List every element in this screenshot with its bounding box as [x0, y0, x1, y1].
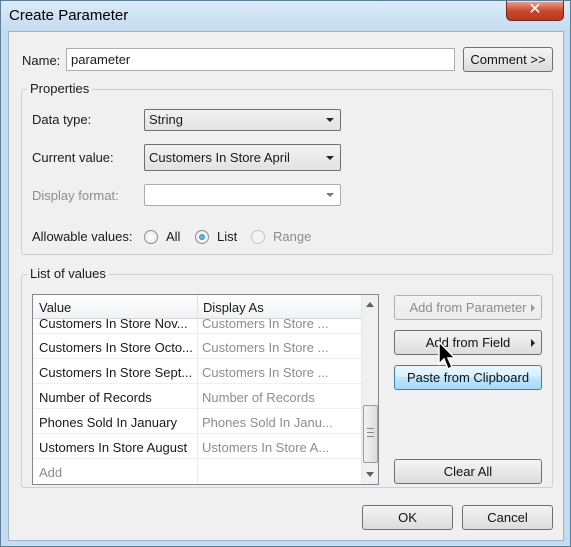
chevron-down-icon	[326, 156, 334, 160]
row-value: Phones Sold In January	[39, 415, 178, 430]
chevron-right-icon	[531, 339, 535, 347]
add-from-parameter-button[interactable]: Add from Parameter	[394, 295, 542, 320]
list-of-values-group-title: List of values	[27, 266, 109, 281]
data-type-value: String	[149, 112, 183, 127]
paste-from-clipboard-button[interactable]: Paste from Clipboard	[394, 365, 542, 390]
table-row[interactable]: Phones Sold In January Phones Sold In Ja…	[33, 409, 363, 434]
table-row[interactable]: Customers In Store Octo... Customers In …	[33, 334, 363, 359]
chevron-right-icon	[531, 304, 535, 312]
chevron-down-icon	[326, 118, 334, 122]
scroll-up-icon[interactable]	[366, 302, 374, 307]
table-row[interactable]: Ustomers In Store August Ustomers In Sto…	[33, 434, 363, 459]
clear-all-button[interactable]: Clear All	[394, 459, 542, 484]
table-row[interactable]: Number of Records Number of Records	[33, 384, 363, 409]
scroll-thumb[interactable]	[363, 405, 378, 463]
data-type-select[interactable]: String	[144, 109, 341, 131]
name-input[interactable]: parameter	[66, 48, 455, 71]
cancel-button[interactable]: Cancel	[462, 505, 553, 530]
mouse-pointer-icon	[438, 341, 457, 371]
row-display: Customers In Store ...	[202, 365, 329, 380]
allowable-all-radio[interactable]	[144, 230, 158, 244]
allowable-values-label: Allowable values:	[32, 229, 133, 244]
current-value-label: Current value:	[32, 150, 114, 165]
row-display: Number of Records	[202, 390, 315, 405]
allowable-all-label[interactable]: All	[166, 229, 180, 244]
table-row[interactable]: Customers In Store Sept... Customers In …	[33, 359, 363, 384]
chevron-down-icon	[326, 193, 334, 197]
row-value: Customers In Store Sept...	[39, 365, 193, 380]
row-display: Phones Sold In Janu...	[202, 415, 333, 430]
list-scrollbar[interactable]	[361, 295, 378, 484]
table-row[interactable]: Customers In Store Nov... Customers In S…	[33, 309, 363, 334]
scroll-down-icon[interactable]	[366, 472, 374, 477]
close-button[interactable]: ✕	[506, 1, 564, 21]
add-row-placeholder: Add	[39, 465, 63, 480]
ok-button[interactable]: OK	[362, 505, 453, 530]
row-value: Customers In Store Octo...	[39, 340, 193, 355]
name-label: Name:	[22, 53, 61, 68]
row-value: Number of Records	[39, 390, 152, 405]
row-value: Ustomers In Store August	[39, 440, 188, 455]
data-type-label: Data type:	[32, 112, 92, 127]
display-format-label: Display format:	[32, 188, 119, 203]
current-value-select[interactable]: Customers In Store April	[144, 144, 341, 171]
comment-button[interactable]: Comment >>	[463, 47, 553, 72]
properties-group-title: Properties	[27, 81, 93, 96]
display-format-select[interactable]	[144, 184, 341, 206]
grip-line	[367, 428, 374, 429]
allowable-list-label[interactable]: List	[217, 229, 237, 244]
row-value: Customers In Store Nov...	[39, 316, 188, 331]
window-title: Create Parameter	[9, 7, 129, 24]
add-from-field-button[interactable]: Add from Field	[394, 330, 542, 355]
row-display: Customers In Store ...	[202, 340, 329, 355]
values-list[interactable]: Value Display As Customers In Store Nov.…	[32, 294, 379, 485]
current-value-value: Customers In Store April	[149, 150, 290, 165]
allowable-range-radio[interactable]	[251, 230, 265, 244]
add-from-parameter-label: Add from Parameter	[409, 300, 527, 315]
create-parameter-dialog: Create Parameter ✕ Name: parameter Comme…	[0, 0, 571, 547]
column-divider-line	[197, 319, 198, 484]
allowable-list-radio[interactable]	[195, 230, 209, 244]
dialog-client-area: Name: parameter Comment >> Properties Da…	[8, 31, 564, 541]
close-icon: ✕	[528, 1, 542, 18]
add-row[interactable]: Add	[33, 459, 363, 484]
row-display: Ustomers In Store A...	[202, 440, 330, 455]
allowable-range-label[interactable]: Range	[273, 229, 311, 244]
grip-line	[367, 436, 374, 437]
title-bar[interactable]: Create Parameter ✕	[1, 1, 570, 31]
row-display: Customers In Store ...	[202, 316, 329, 331]
grip-line	[367, 432, 374, 433]
